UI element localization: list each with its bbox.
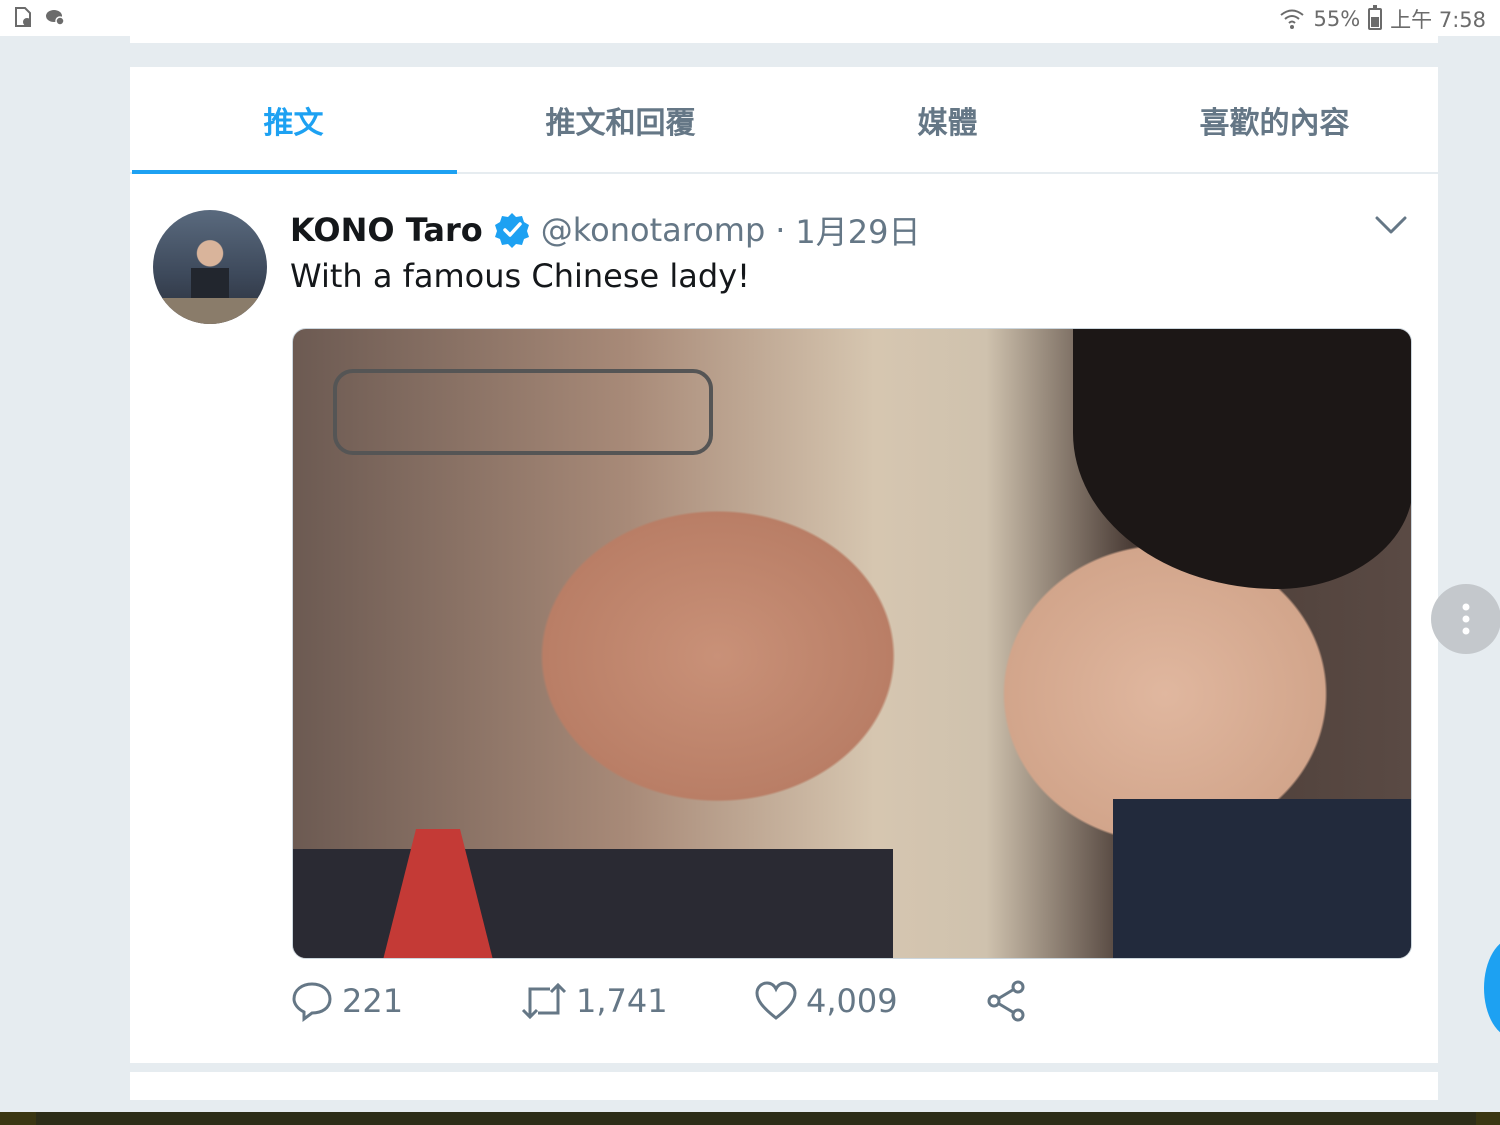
overflow-menu-button[interactable] <box>1431 584 1500 654</box>
separator-dot: · <box>775 211 786 249</box>
heart-icon <box>755 981 797 1020</box>
chevron-down-icon[interactable] <box>1374 213 1408 237</box>
status-notifications <box>12 6 66 28</box>
profile-tabs: 推文 推文和回覆 媒體 喜歡的內容 <box>130 67 1438 174</box>
tweet-date[interactable]: 1月29日 <box>795 207 920 253</box>
status-indicators: 55% 上午 7:58 <box>1279 4 1486 34</box>
clock: 上午 7:58 <box>1390 8 1486 32</box>
next-card-edge <box>130 1072 1438 1100</box>
profile-timeline-card: 推文 推文和回覆 媒體 喜歡的內容 KONO Taro @konotaromp … <box>130 67 1438 1063</box>
document-icon <box>15 7 31 27</box>
share-button[interactable] <box>984 979 1028 1023</box>
tweet-photo[interactable] <box>292 328 1412 959</box>
battery-percent: 55% <box>1313 7 1361 31</box>
photo-suit-right <box>1113 799 1411 958</box>
more-vertical-icon <box>1462 603 1470 635</box>
retweet-button[interactable]: 1,741 <box>520 979 668 1023</box>
retweet-icon <box>521 982 567 1020</box>
photo-hair <box>1073 329 1411 589</box>
like-button[interactable]: 4,009 <box>754 979 898 1023</box>
retweet-count: 1,741 <box>576 982 668 1020</box>
tab-tweets-and-replies[interactable]: 推文和回覆 <box>457 67 784 172</box>
bottom-bar-segment <box>36 1112 1476 1125</box>
tab-likes[interactable]: 喜歡的內容 <box>1111 67 1438 172</box>
share-icon <box>987 980 1025 1022</box>
author-handle[interactable]: @konotaromp <box>541 211 766 249</box>
wifi-icon <box>1280 9 1305 29</box>
chat-icon <box>46 10 65 26</box>
tab-media[interactable]: 媒體 <box>784 67 1111 172</box>
tweet-text: With a famous Chinese lady! <box>290 257 750 295</box>
tab-tweets[interactable]: 推文 <box>130 67 457 174</box>
avatar[interactable] <box>153 210 267 324</box>
previous-card-edge <box>130 36 1438 43</box>
photo-glasses <box>333 369 713 455</box>
tweet-header: KONO Taro @konotaromp · 1月29日 <box>290 207 921 253</box>
compose-button-edge[interactable] <box>1484 938 1500 1038</box>
bottom-bar <box>0 1112 1500 1125</box>
reply-icon <box>292 982 332 1022</box>
avatar-desk <box>153 298 267 324</box>
like-count: 4,009 <box>806 982 898 1020</box>
reply-button[interactable]: 221 <box>290 979 403 1023</box>
battery-icon <box>1368 5 1383 30</box>
photo-suit-left <box>293 849 893 958</box>
reply-count: 221 <box>342 982 404 1020</box>
status-bar: 55% 上午 7:58 <box>0 0 1500 36</box>
verified-badge-icon <box>494 213 529 248</box>
author-name[interactable]: KONO Taro <box>290 211 483 249</box>
tweet-actions: 221 1,741 4,009 <box>290 979 1050 1039</box>
